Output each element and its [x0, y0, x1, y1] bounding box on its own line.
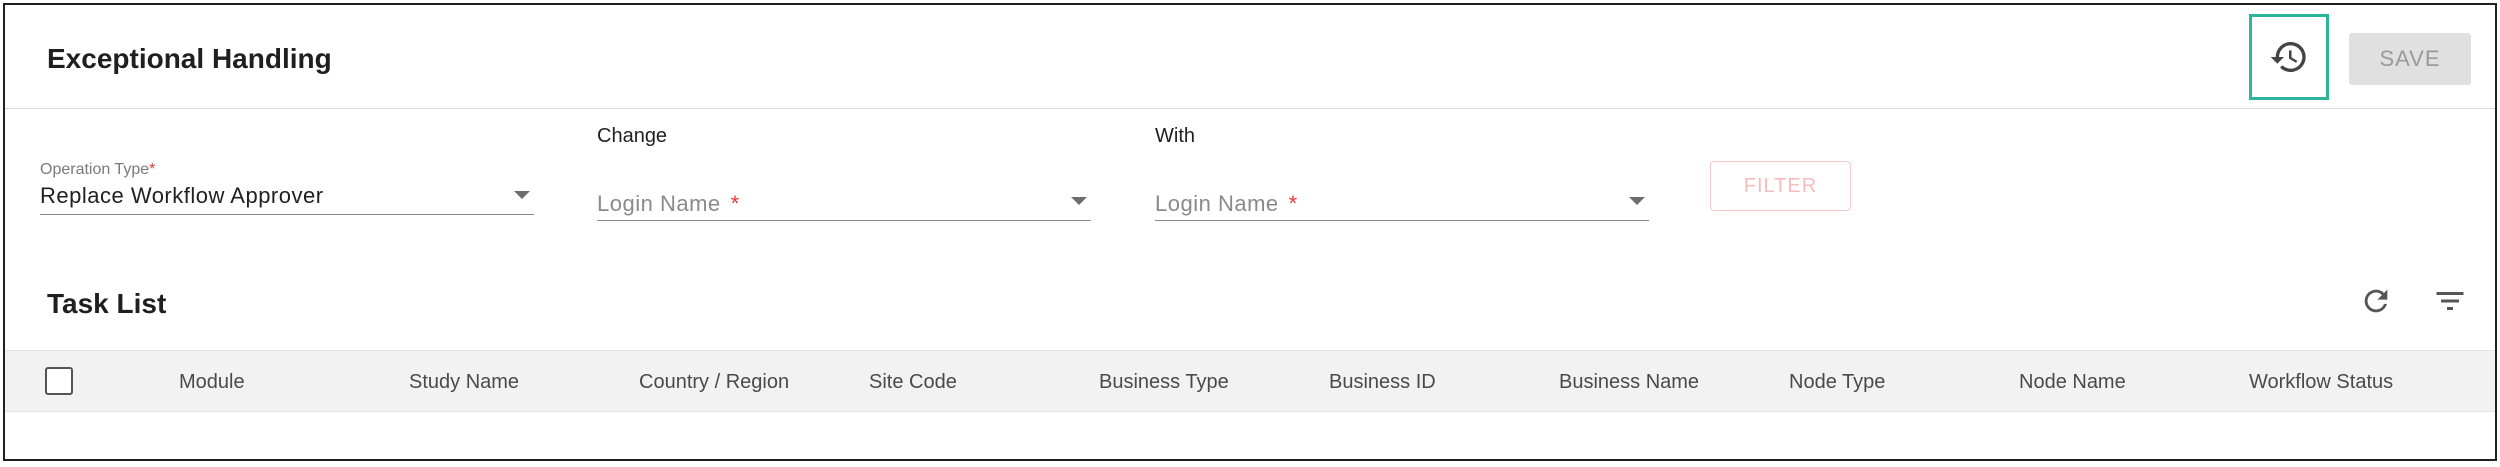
column-module[interactable]: Module — [179, 371, 245, 394]
column-site-code[interactable]: Site Code — [869, 371, 957, 394]
column-node-name[interactable]: Node Name — [2019, 371, 2126, 394]
table-header: Module Study Name Country / Region Site … — [5, 350, 2495, 412]
filter-list-icon — [2436, 292, 2464, 310]
column-study-name[interactable]: Study Name — [409, 371, 519, 394]
page-title: Exceptional Handling — [47, 43, 332, 74]
operation-type-select[interactable]: Operation Type* Replace Workflow Approve… — [40, 161, 534, 215]
refresh-icon — [2364, 289, 2388, 313]
chevron-down-icon — [1071, 197, 1087, 205]
page-frame: Exceptional Handling SAVE Operation Type… — [3, 3, 2497, 461]
task-list-title: Task List — [47, 288, 167, 319]
column-business-type[interactable]: Business Type — [1099, 371, 1229, 394]
column-business-id[interactable]: Business ID — [1329, 371, 1436, 394]
change-login-select[interactable]: Login Name * — [597, 177, 1091, 221]
with-login-select[interactable]: Login Name * — [1155, 177, 1649, 221]
filter-button[interactable]: FILTER — [1710, 161, 1851, 211]
with-login-placeholder: Login Name * — [1155, 191, 1298, 216]
refresh-button[interactable] — [2356, 281, 2396, 321]
history-button[interactable] — [2249, 14, 2329, 100]
column-workflow-status[interactable]: Workflow Status — [2249, 371, 2393, 394]
filter-list-button[interactable] — [2430, 281, 2470, 321]
column-country-region[interactable]: Country / Region — [639, 371, 789, 394]
history-icon — [2270, 42, 2306, 72]
with-caption: With — [1155, 125, 1195, 147]
column-business-name[interactable]: Business Name — [1559, 371, 1699, 394]
select-all-checkbox[interactable] — [45, 367, 73, 395]
chevron-down-icon — [514, 191, 530, 199]
change-caption: Change — [597, 125, 668, 147]
page-header: Exceptional Handling SAVE — [5, 5, 2495, 109]
operation-type-label: Operation Type* — [40, 161, 156, 178]
change-login-placeholder: Login Name * — [597, 191, 740, 216]
chevron-down-icon — [1629, 197, 1645, 205]
column-node-type[interactable]: Node Type — [1789, 371, 1885, 394]
operation-type-value: Replace Workflow Approver — [40, 183, 324, 208]
save-button[interactable]: SAVE — [2349, 33, 2471, 85]
